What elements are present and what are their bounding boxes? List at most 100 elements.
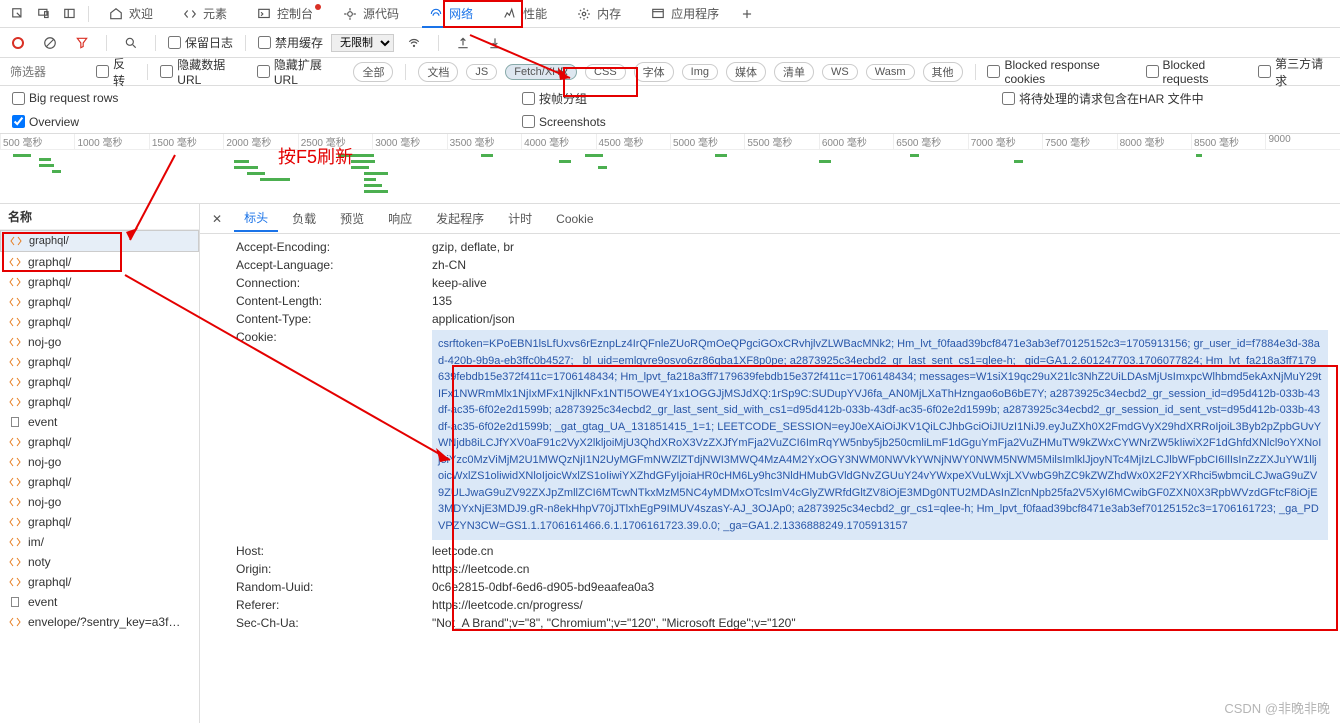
- tab-elements[interactable]: 元素: [169, 0, 241, 28]
- timeline-bar: [910, 154, 919, 157]
- disable-cache-checkbox[interactable]: 禁用缓存: [258, 34, 323, 51]
- request-row[interactable]: graphql/: [0, 352, 199, 372]
- request-row[interactable]: noj-go: [0, 332, 199, 352]
- upload-icon[interactable]: [451, 31, 475, 55]
- timeline-bar: [715, 154, 727, 157]
- request-row[interactable]: graphql/: [0, 572, 199, 592]
- filter-input[interactable]: [8, 63, 88, 81]
- inspect-icon[interactable]: [6, 2, 30, 26]
- tab-memory[interactable]: 内存: [563, 0, 635, 28]
- request-label: graphql/: [28, 515, 71, 529]
- panel-icon[interactable]: [58, 2, 82, 26]
- dtab-response[interactable]: 响应: [378, 206, 422, 231]
- tab-sources[interactable]: 源代码: [329, 0, 413, 28]
- tab-label: 性能: [523, 5, 547, 22]
- request-row[interactable]: event: [0, 412, 199, 432]
- overview-checkbox[interactable]: Overview: [12, 115, 79, 129]
- timeline-overview[interactable]: 500 毫秒1000 毫秒1500 毫秒2000 毫秒2500 毫秒3000 毫…: [0, 134, 1340, 204]
- big-rows-checkbox[interactable]: Big request rows: [12, 91, 118, 105]
- wifi-icon[interactable]: [402, 31, 426, 55]
- request-row[interactable]: graphql/: [0, 472, 199, 492]
- dtab-payload[interactable]: 负载: [282, 206, 326, 231]
- blocked-cookies-checkbox[interactable]: Blocked response cookies: [987, 58, 1137, 86]
- search-icon[interactable]: [119, 31, 143, 55]
- request-row[interactable]: graphql/: [0, 272, 199, 292]
- close-detail-icon[interactable]: ✕: [204, 208, 230, 230]
- add-tab-icon[interactable]: [735, 2, 759, 26]
- timeline-bar: [1014, 160, 1023, 163]
- hide-data-url-checkbox[interactable]: 隐藏数据 URL: [160, 56, 249, 87]
- tab-performance[interactable]: 性能: [489, 0, 561, 28]
- request-row[interactable]: graphql/: [0, 230, 199, 252]
- preserve-log-checkbox[interactable]: 保留日志: [168, 34, 233, 51]
- tab-console[interactable]: 控制台: [243, 0, 327, 28]
- tab-network[interactable]: 网络: [415, 0, 487, 28]
- request-label: graphql/: [28, 475, 71, 489]
- xhr-icon: [8, 275, 22, 289]
- request-row[interactable]: event: [0, 592, 199, 612]
- dtab-timing[interactable]: 计时: [498, 206, 542, 231]
- request-row[interactable]: noj-go: [0, 452, 199, 472]
- request-label: graphql/: [28, 315, 71, 329]
- request-row[interactable]: graphql/: [0, 372, 199, 392]
- pill-img[interactable]: Img: [682, 64, 718, 80]
- hide-ext-url-checkbox[interactable]: 隐藏扩展 URL: [257, 56, 346, 87]
- throttle-select[interactable]: 无限制: [331, 34, 394, 52]
- checkbox-label: Big request rows: [29, 91, 118, 105]
- pill-font[interactable]: 字体: [634, 62, 674, 82]
- frame-group-checkbox[interactable]: 按帧分组: [522, 90, 587, 107]
- timeline-bar: [364, 190, 388, 193]
- clear-icon[interactable]: [38, 31, 62, 55]
- checkbox-label: 将待处理的请求包含在HAR 文件中: [1019, 90, 1204, 107]
- record-icon[interactable]: [6, 31, 30, 55]
- pill-wasm[interactable]: Wasm: [866, 64, 915, 80]
- xhr-icon: [8, 355, 22, 369]
- request-row[interactable]: graphql/: [0, 392, 199, 412]
- dtab-initiator[interactable]: 发起程序: [426, 206, 494, 231]
- headers-content[interactable]: Accept-Encoding:gzip, deflate, brAccept-…: [200, 234, 1340, 723]
- pill-doc[interactable]: 文档: [418, 62, 458, 82]
- timeline-tick: 7500 毫秒: [1042, 134, 1116, 149]
- request-row[interactable]: im/: [0, 532, 199, 552]
- xhr-icon: [8, 515, 22, 529]
- screenshots-checkbox[interactable]: Screenshots: [522, 115, 606, 129]
- pill-manifest[interactable]: 清单: [774, 62, 814, 82]
- pill-all[interactable]: 全部: [353, 62, 393, 82]
- pill-media[interactable]: 媒体: [726, 62, 766, 82]
- request-row[interactable]: graphql/: [0, 432, 199, 452]
- doc-icon: [8, 415, 22, 429]
- third-party-checkbox[interactable]: 第三方请求: [1258, 55, 1332, 89]
- top-toolbar: 欢迎 元素 控制台 源代码 网络 性能 内存 应用程序: [0, 0, 1340, 28]
- pill-fetch[interactable]: Fetch/XHR: [505, 64, 577, 80]
- request-row[interactable]: noj-go: [0, 492, 199, 512]
- request-row[interactable]: graphql/: [0, 512, 199, 532]
- xhr-icon: [8, 255, 22, 269]
- invert-checkbox[interactable]: 反转: [96, 55, 135, 89]
- request-row[interactable]: envelope/?sentry_key=a3f…: [0, 612, 199, 632]
- dtab-preview[interactable]: 预览: [330, 206, 374, 231]
- checkbox-label: Blocked response cookies: [1004, 58, 1137, 86]
- request-label: graphql/: [28, 575, 71, 589]
- dtab-headers[interactable]: 标头: [234, 205, 278, 232]
- har-pending-checkbox[interactable]: 将待处理的请求包含在HAR 文件中: [1002, 90, 1204, 107]
- request-list[interactable]: 名称 graphql/graphql/graphql/graphql/graph…: [0, 204, 200, 723]
- filter-icon[interactable]: [70, 31, 94, 55]
- timeline-bar: [598, 166, 607, 169]
- cookie-value[interactable]: csrftoken=KPoEBN1lsLfUxvs6rEznpLz4IrQFnl…: [432, 330, 1328, 540]
- pill-other[interactable]: 其他: [923, 62, 963, 82]
- download-icon[interactable]: [483, 31, 507, 55]
- pill-ws[interactable]: WS: [822, 64, 858, 80]
- tab-application[interactable]: 应用程序: [637, 0, 733, 28]
- dtab-cookies[interactable]: Cookie: [546, 208, 603, 230]
- device-icon[interactable]: [32, 2, 56, 26]
- request-label: graphql/: [28, 275, 71, 289]
- request-row[interactable]: graphql/: [0, 292, 199, 312]
- blocked-requests-checkbox[interactable]: Blocked requests: [1146, 58, 1251, 86]
- request-row[interactable]: noty: [0, 552, 199, 572]
- tab-welcome[interactable]: 欢迎: [95, 0, 167, 28]
- pill-js[interactable]: JS: [466, 64, 497, 80]
- request-row[interactable]: graphql/: [0, 252, 199, 272]
- timeline-tick: 8000 毫秒: [1117, 134, 1191, 149]
- request-row[interactable]: graphql/: [0, 312, 199, 332]
- pill-css[interactable]: CSS: [585, 64, 626, 80]
